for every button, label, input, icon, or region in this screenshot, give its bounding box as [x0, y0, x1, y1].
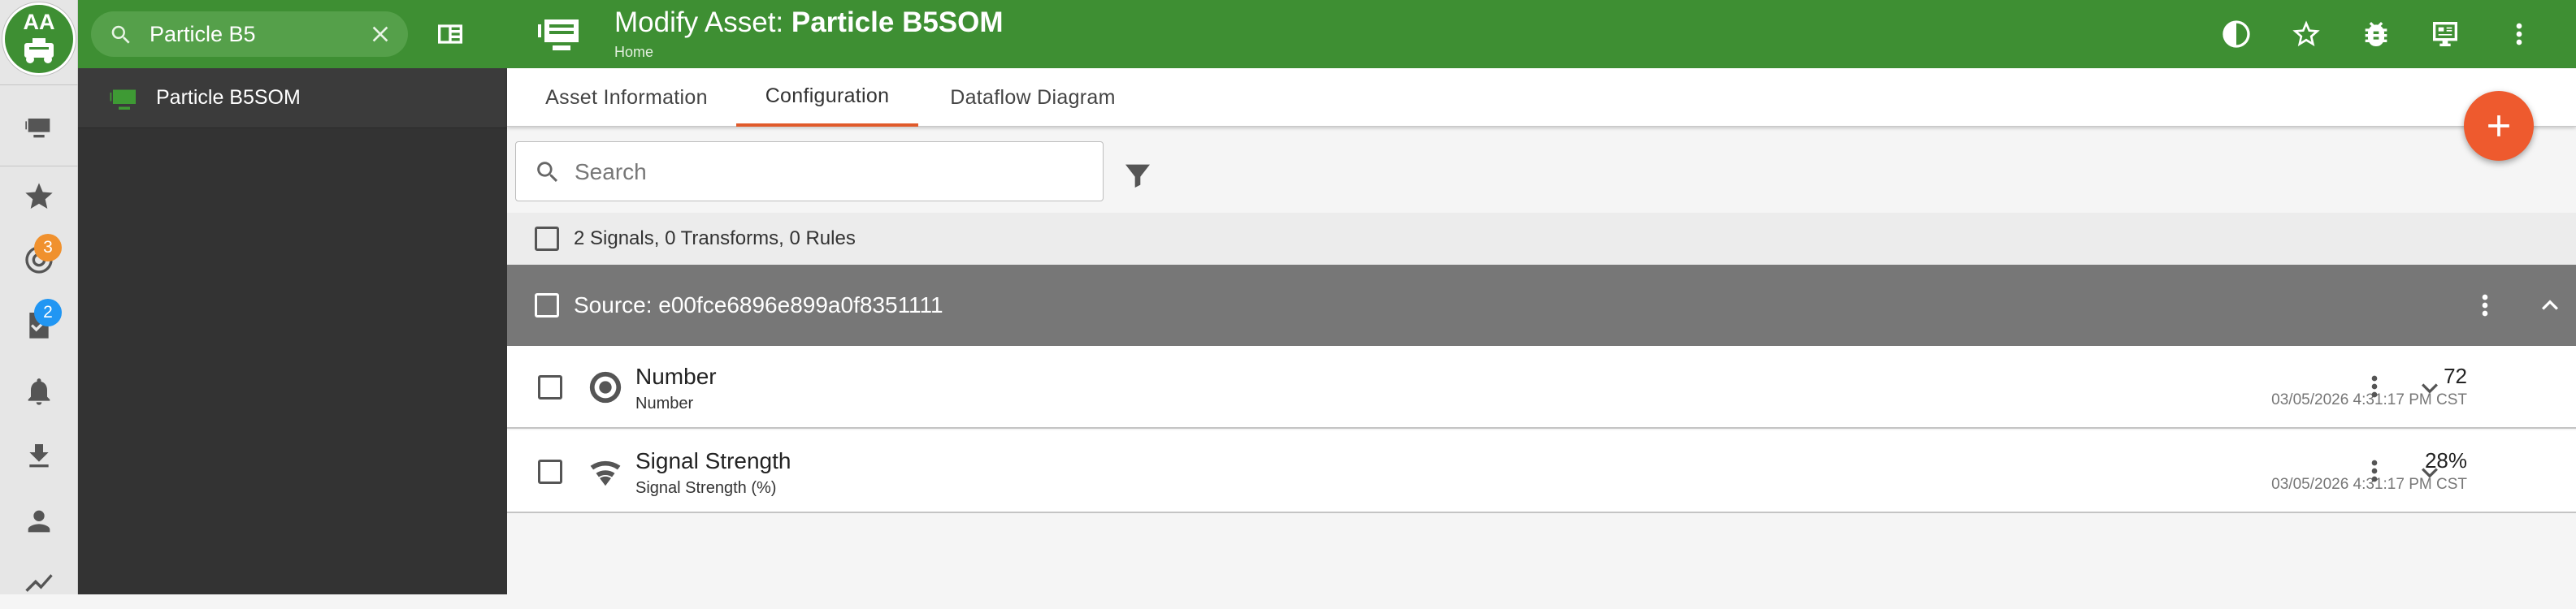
bug-icon[interactable]	[2360, 18, 2392, 50]
search-icon	[537, 162, 558, 183]
bell-icon	[28, 378, 50, 405]
wifi-icon	[590, 460, 621, 486]
download-icon	[29, 444, 49, 468]
radio-button-icon	[589, 371, 622, 404]
trend-chart-icon	[25, 574, 53, 592]
star-outline-icon[interactable]	[2290, 18, 2322, 50]
signal-checkbox[interactable]	[538, 460, 562, 484]
signal-value: 72	[2444, 364, 2467, 388]
signal-name: Number	[635, 364, 717, 389]
search-result-item[interactable]: Particle B5SOM	[78, 68, 507, 128]
clear-search-icon[interactable]	[367, 21, 393, 47]
source-header: Source: e00fce6896e899a0f8351111	[507, 265, 2576, 346]
header-bar: Modify Asset: Particle B5SOM Home	[507, 0, 2576, 68]
monitor-count-badge: 3	[34, 234, 62, 261]
config-search-box	[515, 141, 1104, 201]
monitor-dashboard-icon[interactable]	[2426, 18, 2464, 50]
more-vert-icon[interactable]	[2358, 370, 2391, 403]
asset-search-input[interactable]	[150, 19, 361, 50]
panel-header	[78, 0, 507, 68]
summary-text: 2 Signals, 0 Transforms, 0 Rules	[574, 227, 856, 249]
filter-icon[interactable]	[1121, 159, 1154, 192]
theme-toggle-icon[interactable]	[2220, 18, 2253, 50]
more-vert-icon[interactable]	[2358, 455, 2391, 487]
rail-analytics-button[interactable]	[0, 557, 78, 609]
signal-subtitle: Signal Strength (%)	[635, 479, 777, 497]
source-checkbox[interactable]	[535, 293, 559, 317]
add-button[interactable]	[2464, 91, 2534, 161]
signal-row[interactable]: Signal Strength Signal Strength (%) 28% …	[507, 430, 2576, 513]
asset-search-box	[91, 11, 408, 57]
config-search-input[interactable]	[575, 157, 1062, 188]
rail-tasks-button[interactable]: 2	[0, 299, 78, 351]
star-icon	[25, 183, 53, 209]
title-asset-name: Particle B5SOM	[791, 6, 1004, 38]
tab-dataflow-diagram[interactable]: Dataflow Diagram	[931, 68, 1134, 127]
person-icon	[28, 510, 50, 533]
more-vert-icon[interactable]	[2503, 18, 2535, 50]
rail-notifications-button[interactable]	[0, 365, 78, 417]
logo-text: AA	[23, 10, 55, 34]
rail-downloads-button[interactable]	[0, 430, 78, 482]
rail-profile-button[interactable]	[0, 495, 78, 547]
more-vert-icon[interactable]	[2469, 289, 2501, 322]
navigation-rail: AA 3 2	[0, 0, 78, 594]
app-logo[interactable]: AA	[2, 2, 76, 76]
asset-search-panel: Particle B5SOM	[78, 0, 507, 594]
select-all-checkbox[interactable]	[535, 227, 559, 251]
panel-layout-icon	[438, 24, 462, 44]
signal-name: Signal Strength	[635, 448, 791, 473]
signal-subtitle: Number	[635, 395, 694, 412]
signal-row[interactable]: Number Number 72 03/05/2026 4:31:17 PM C…	[507, 346, 2576, 429]
page-title: Modify Asset: Particle B5SOM	[614, 6, 1004, 39]
logo-machine-icon	[24, 38, 54, 63]
chevron-down-icon[interactable]	[2413, 372, 2446, 404]
chevron-down-icon[interactable]	[2413, 456, 2446, 489]
plus-icon	[2488, 115, 2509, 136]
rail-divider	[0, 84, 78, 85]
breadcrumb[interactable]: Home	[614, 44, 653, 61]
title-prefix: Modify Asset:	[614, 6, 784, 38]
summary-row: 2 Signals, 0 Transforms, 0 Rules	[507, 213, 2576, 265]
toggle-panel-button[interactable]	[432, 16, 468, 52]
signal-checkbox[interactable]	[538, 375, 562, 400]
tab-configuration[interactable]: Configuration	[736, 68, 918, 127]
rail-monitor-button[interactable]: 3	[0, 234, 78, 286]
rail-assets-button[interactable]	[0, 101, 78, 153]
tasks-count-badge: 2	[34, 299, 62, 326]
search-icon	[111, 25, 130, 44]
search-result-label: Particle B5SOM	[156, 86, 301, 109]
chevron-up-icon[interactable]	[2534, 289, 2566, 322]
tab-bar: Asset Information Configuration Dataflow…	[507, 68, 2576, 127]
tab-asset-information[interactable]: Asset Information	[520, 68, 733, 127]
asset-list-icon	[110, 89, 136, 110]
rail-favorites-button[interactable]	[0, 171, 78, 222]
asset-type-icon	[538, 19, 579, 50]
asset-list-icon	[25, 119, 50, 138]
source-label: Source: e00fce6896e899a0f8351111	[574, 292, 943, 317]
